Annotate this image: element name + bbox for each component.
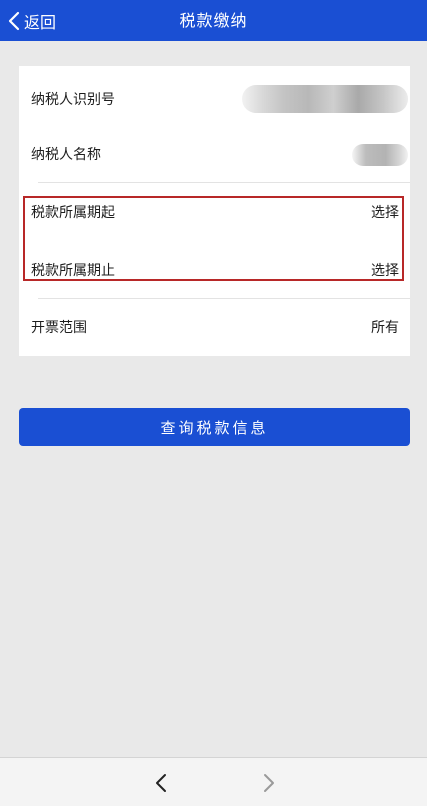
tax-period-start-label: 税款所属期起	[31, 205, 115, 221]
browser-bottom-bar	[0, 757, 427, 806]
taxpayer-id-label: 纳税人识别号	[31, 92, 115, 108]
tax-period-end-select[interactable]: 选择	[371, 260, 399, 280]
invoice-scope-select[interactable]: 所有	[371, 317, 399, 337]
chevron-right-icon[interactable]	[258, 772, 278, 794]
tax-period-start-row[interactable]: 税款所属期起 选择	[19, 183, 410, 241]
page-title: 税款缴纳	[179, 11, 248, 30]
taxpayer-name-redacted-value	[352, 144, 408, 166]
invoice-scope-row[interactable]: 开票范围 所有	[19, 298, 410, 356]
tax-form-card: 纳税人识别号 纳税人名称 税款所属期起 选择 税款所属期止 选择 开票范围 所有	[19, 66, 410, 356]
tax-period-end-row[interactable]: 税款所属期止 选择	[19, 241, 410, 299]
taxpayer-name-label: 纳税人名称	[31, 147, 101, 163]
tax-period-end-label: 税款所属期止	[31, 263, 115, 279]
taxpayer-id-redacted-value	[242, 85, 408, 113]
query-tax-info-button[interactable]: 查询税款信息	[19, 408, 410, 446]
tax-period-start-select[interactable]: 选择	[371, 202, 399, 222]
invoice-scope-label: 开票范围	[31, 320, 87, 336]
chevron-left-icon[interactable]	[152, 772, 172, 794]
top-navigation-bar: 返回 税款缴纳	[0, 0, 427, 41]
